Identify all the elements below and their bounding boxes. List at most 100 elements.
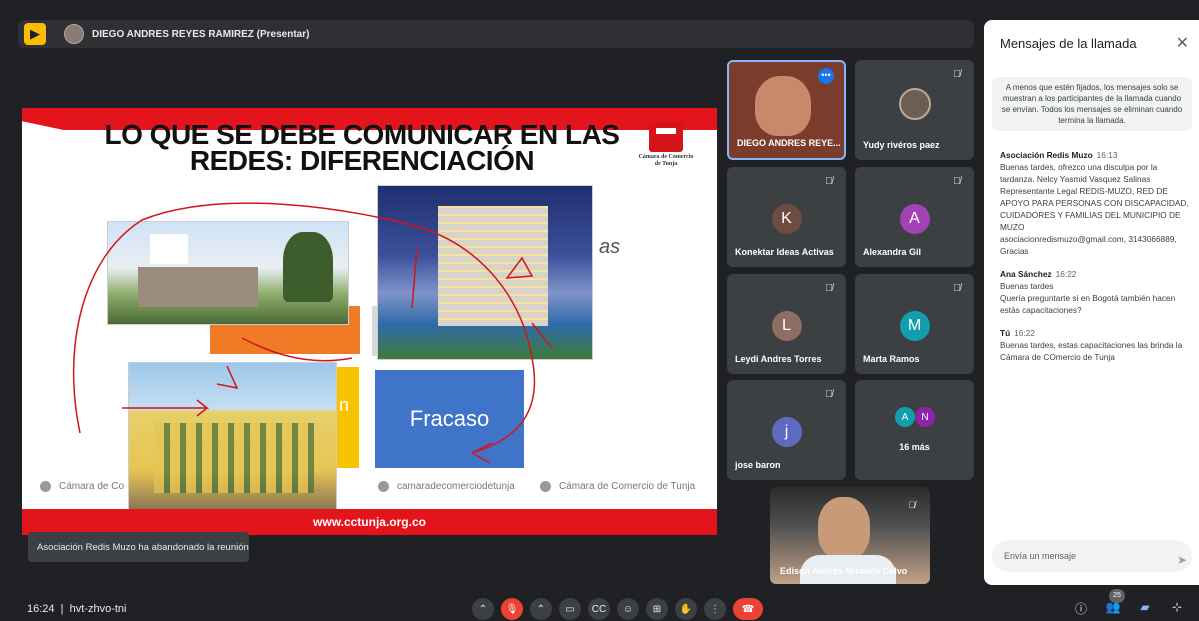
presenter-avatar (64, 24, 84, 44)
footer-youtube: Cámara de Comercio de Tunja (540, 481, 695, 492)
avatar (899, 88, 931, 120)
video-options-chevron-icon[interactable]: ⌃ (530, 598, 552, 620)
participant-tile[interactable]: 🎙̸ L Leydi Andres Torres (727, 274, 846, 374)
slide-footer: Cámara de Co camaradecomerciodetunja Cám… (40, 481, 710, 497)
clock-time: 16:24 (27, 603, 55, 615)
message-author: Tú (1000, 328, 1011, 338)
activities-icon[interactable]: ⊹ (1167, 600, 1187, 620)
meeting-code: hvt-zhvo-tni (69, 603, 127, 615)
leave-call-button[interactable]: ☎ (733, 598, 763, 620)
mic-off-icon: 🎙̸ (953, 283, 961, 294)
meeting-info: 16:24 | hvt-zhvo-tni (27, 603, 126, 615)
yellow-box: n (337, 367, 359, 468)
more-options-button[interactable]: ⋮ (704, 598, 726, 620)
info-icon[interactable]: ⓘ (1071, 600, 1091, 620)
avatar: A (895, 407, 915, 427)
chamber-logo: Cámara de Comercio de Tunja (636, 122, 696, 178)
participant-name: Yudy rivéros paez (863, 140, 940, 150)
main-controls: ⌃ 🎙 ⌃ ▭ CC ☺ ⊞ ✋ ⋮ ☎ (472, 598, 770, 620)
camera-button[interactable]: ▭ (559, 598, 581, 620)
message-author: Asociación Redis Muzo (1000, 150, 1093, 160)
mic-off-icon: 🎙̸ (953, 176, 961, 187)
message-line: Quería preguntarte si en Bogotá también … (1000, 293, 1176, 315)
participant-tile[interactable]: 🎙̸ Yudy rivéros paez (855, 60, 974, 160)
slide-side-text: as (599, 236, 621, 258)
message-line: Buenas tardes, estas capacitaciones las … (1000, 340, 1183, 362)
participant-count-badge: 25 (1109, 589, 1125, 603)
mic-off-icon: 🎙̸ (904, 497, 920, 513)
avatar: L (771, 311, 802, 341)
chamber-logo-mark (649, 122, 683, 152)
avatar-stack: A N (895, 407, 935, 427)
audio-options-chevron-icon[interactable]: ⌃ (472, 598, 494, 620)
mic-off-button[interactable]: 🎙 (501, 598, 523, 620)
self-view-tile[interactable]: 🎙̸ Edison Andres Miranda Calvo (770, 487, 930, 584)
footer-instagram: camaradecomerciodetunja (378, 481, 515, 492)
participant-name: Alexandra Gil (863, 247, 922, 257)
message-line: asociacionredismuzo@gmail.com, 314306688… (1000, 234, 1177, 256)
chat-message: Asociación Redis Muzo 16:13 Buenas tardes… (1000, 149, 1194, 257)
message-time: 16:22 (1055, 269, 1077, 279)
footer-instagram-text: camaradecomerciodetunja (397, 481, 515, 492)
participant-tile[interactable]: 🎙̸ A Alexandra Gil (855, 167, 974, 267)
participant-name: Marta Ramos (863, 354, 920, 364)
meet-window: ▶ DIEGO ANDRES REYES RAMIREZ (Presentar)… (0, 0, 1199, 621)
youtube-icon (540, 481, 551, 492)
message-line: Buenas tardes, ofrezco una disculpa por … (1000, 162, 1189, 232)
chat-message: Tú 16:22 Buenas tardes, estas capacitacio… (1000, 327, 1194, 363)
participant-name: Konektar Ideas Activas (735, 247, 834, 257)
slide-title: LO QUE SE DEBE COMUNICAR EN LAS REDES: D… (104, 119, 620, 176)
more-options-icon[interactable]: ••• (818, 68, 834, 84)
hotel-photo-night (377, 185, 593, 360)
participant-name: DIEGO ANDRES REYE... (737, 138, 841, 148)
participant-tile-presenter[interactable]: ••• DIEGO ANDRES REYE... (727, 60, 846, 160)
participant-name: Leydi Andres Torres (735, 354, 822, 364)
chat-notice: A menos que estén fijados, los mensajes … (992, 77, 1192, 131)
instagram-icon (378, 481, 389, 492)
separator: | (57, 603, 70, 615)
people-icon[interactable]: 👥 25 (1103, 589, 1125, 620)
fracaso-box: Fracaso (375, 370, 524, 468)
presenter-title: DIEGO ANDRES REYES RAMIREZ (Presentar) (92, 28, 310, 40)
chat-icon[interactable]: ▰ (1135, 600, 1155, 620)
chamber-logo-text: Cámara de Comercio de Tunja (638, 154, 694, 167)
yellow-box-text: n (339, 395, 350, 415)
control-bar: 16:24 | hvt-zhvo-tni ⌃ 🎙 ⌃ ▭ CC ☺ ⊞ ✋ ⋮ … (0, 589, 1199, 621)
participant-tile[interactable]: 🎙̸ j jose baron (727, 380, 846, 480)
slide-url: www.cctunja.org.co (313, 515, 426, 529)
emoji-button[interactable]: ☺ (617, 598, 639, 620)
send-icon[interactable]: ➤ (1177, 553, 1187, 567)
close-icon[interactable]: ✕ (1176, 33, 1189, 53)
self-video (818, 497, 870, 559)
present-button[interactable]: ⊞ (646, 598, 668, 620)
participant-name: jose baron (735, 460, 781, 470)
mic-off-icon: 🎙̸ (825, 283, 833, 294)
self-view-name: Edison Andres Miranda Calvo (780, 566, 908, 576)
mic-off-icon: 🎙̸ (825, 389, 833, 400)
more-participants-tile[interactable]: A N 16 más (855, 380, 974, 480)
chat-title: Mensajes de la llamada (1000, 36, 1137, 51)
chat-panel: Mensajes de la llamada ✕ A menos que est… (984, 20, 1199, 585)
avatar: A (899, 204, 930, 234)
chat-input[interactable]: Envía un mensaje (992, 540, 1192, 572)
captions-button[interactable]: CC (588, 598, 610, 620)
participant-tile[interactable]: 🎙̸ K Konektar Ideas Activas (727, 167, 846, 267)
presentation-slide: LO QUE SE DEBE COMUNICAR EN LAS REDES: D… (22, 108, 717, 535)
message-time: 16:22 (1014, 328, 1035, 338)
avatar: K (771, 204, 802, 234)
participant-video (755, 76, 811, 136)
raise-hand-button[interactable]: ✋ (675, 598, 697, 620)
participant-tile[interactable]: 🎙̸ M Marta Ramos (855, 274, 974, 374)
presentation-icon[interactable]: ▶ (24, 23, 46, 45)
footer-facebook-text: Cámara de Co (59, 481, 125, 492)
message-line: Buenas tardes (1000, 281, 1054, 291)
footer-facebook: Cámara de Co (40, 481, 124, 492)
chat-message: Ana Sánchez 16:22 Buenas tardes Quería pr… (1000, 268, 1194, 316)
facebook-icon (40, 481, 51, 492)
footer-youtube-text: Cámara de Comercio de Tunja (559, 481, 696, 492)
message-author: Ana Sánchez (1000, 269, 1052, 279)
chat-messages: Asociación Redis Muzo 16:13 Buenas tardes… (1000, 149, 1194, 374)
leave-notification: Asociación Redis Muzo ha abandonado la r… (28, 532, 249, 562)
more-participants-count: 16 más (899, 442, 930, 452)
avatar: M (899, 311, 930, 341)
